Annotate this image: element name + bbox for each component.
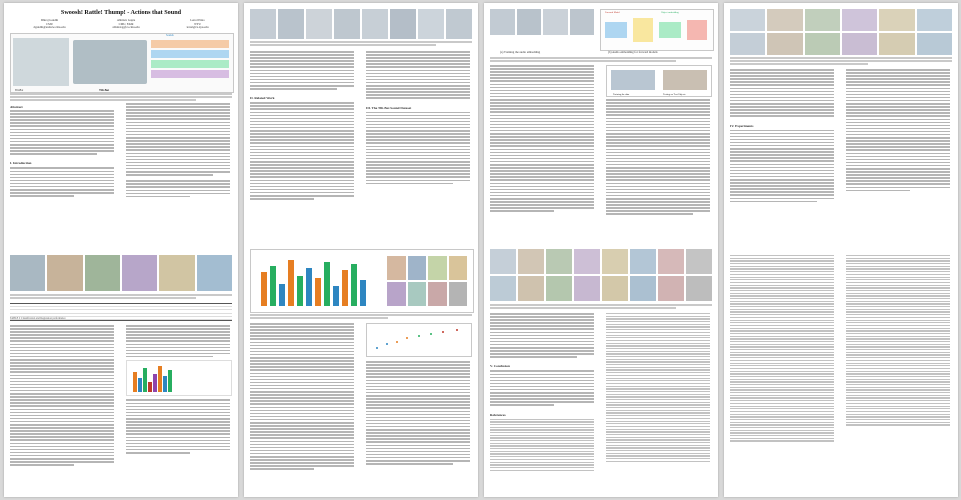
teaser-tray-image xyxy=(73,40,147,84)
author-3: Lerrel Pinto NYU lerrel@cs.nyu.edu xyxy=(186,18,209,30)
page-2-left-column: II. Related Work xyxy=(250,51,354,201)
paper-title: Swoosh! Rattle! Thump! - Actions that So… xyxy=(60,9,182,16)
section-related-heading: II. Related Work xyxy=(250,96,275,101)
page-4-right-column xyxy=(846,69,950,193)
section-references-heading: References xyxy=(490,412,506,417)
page-3-lower-left: V. Conclusion References xyxy=(490,313,594,472)
page-3-left-column xyxy=(490,65,594,214)
figure-object-grid xyxy=(10,255,232,291)
abstract-heading: Abstract xyxy=(10,105,23,109)
author-email: dgandhi@andrew.cmu.edu xyxy=(33,25,66,30)
architecture-block-1 xyxy=(605,22,627,38)
page-4: IV. Experiments xyxy=(724,3,958,497)
page-3: Forward Model Object embedding (a) Train… xyxy=(484,3,718,497)
page-3-right-column: Training the data Testing on Test Object… xyxy=(606,65,712,217)
author-2: Abhinav Gupta CMU, FAIR abhinavg@cs.cmu.… xyxy=(112,18,140,30)
figure-architecture: Forward Model Object embedding xyxy=(600,9,714,51)
architecture-block-2 xyxy=(633,18,653,42)
page-4-references-right xyxy=(846,255,950,427)
page-4-references-left xyxy=(730,255,834,443)
author-email: lerrel@cs.nyu.edu xyxy=(186,25,209,30)
author-1: Dhiraj Gandhi CMU dgandhi@andrew.cmu.edu xyxy=(33,18,66,30)
page-1-left-column: Abstract I. Introduction xyxy=(10,103,114,198)
section-results-heading: IV. Experiments xyxy=(730,123,754,128)
figure-1-caption xyxy=(10,93,232,102)
fig1-label-a: Tilt-Bot xyxy=(15,89,24,92)
arch-label-forward: Forward Model xyxy=(605,11,620,14)
document-viewer: Swoosh! Rattle! Thump! - Actions that So… xyxy=(0,0,961,500)
figure-object-grid-caption xyxy=(10,294,232,300)
object-samples xyxy=(387,256,467,306)
fig1-label-c: Tilt-Bot xyxy=(99,88,110,92)
page-3-lower-right xyxy=(606,313,710,464)
page-4-left-column: IV. Experiments xyxy=(730,69,834,204)
figure-sequence-strip xyxy=(250,9,472,39)
figure-visualization-caption xyxy=(730,57,952,66)
teaser-left-image xyxy=(13,38,69,86)
figure-scatter xyxy=(366,323,472,357)
figure-train-test: Training the data Testing on Test Object… xyxy=(606,65,712,97)
scatter-plot xyxy=(376,329,458,349)
figure-object-pairs xyxy=(490,249,712,301)
page-1-lower-left xyxy=(10,325,114,467)
architecture-block-3 xyxy=(659,22,681,38)
figure-bar-results xyxy=(250,249,474,313)
page-1-right-column xyxy=(126,103,230,199)
chart-accuracy xyxy=(126,360,232,397)
page-2-right-column: III. The Tilt-Bot Sound Dataset xyxy=(366,51,470,186)
section-intro-heading: I. Introduction xyxy=(10,161,32,166)
section-conclusion-heading: V. Conclusion xyxy=(490,364,510,369)
figure-3b-label: (b) Audio embedding for forward models xyxy=(608,50,658,54)
figure-teaser: Tilt-Bot Sounds Tilt-Bot xyxy=(10,33,234,93)
page-1: Swoosh! Rattle! Thump! - Actions that So… xyxy=(4,3,238,497)
author-list: Dhiraj Gandhi CMU dgandhi@andrew.cmu.edu… xyxy=(10,18,232,30)
author-email: abhinavg@cs.cmu.edu xyxy=(112,25,140,30)
architecture-block-4 xyxy=(687,20,707,40)
figure-3a-label: (a) Training the audio embedding xyxy=(500,50,541,54)
figure-object-pairs-caption xyxy=(490,304,712,310)
arch-label-embedding: Object embedding xyxy=(661,11,679,14)
figure-sequence-strip-2 xyxy=(490,9,594,35)
page-2: II. Related Work III. The Tilt-Bot Sound… xyxy=(244,3,478,497)
test-label: Testing on Test Objects xyxy=(663,93,686,96)
teaser-audio-icons xyxy=(151,40,229,84)
page-2-lower-right xyxy=(366,323,472,466)
results-table-caption: TABLE I: Classification and Regression p… xyxy=(10,317,66,320)
figure-sequence-caption xyxy=(250,41,472,47)
fig1-label-b: Sounds xyxy=(166,34,174,37)
figure-visualization-grid xyxy=(730,9,952,55)
page-2-lower-left xyxy=(250,323,354,472)
figure-3-caption xyxy=(490,57,712,63)
section-dataset-heading: III. The Tilt-Bot Sound Dataset xyxy=(366,105,412,110)
page-1-lower-right xyxy=(126,325,232,455)
train-label: Training the data xyxy=(613,93,630,96)
figure-bar-caption xyxy=(250,314,472,320)
